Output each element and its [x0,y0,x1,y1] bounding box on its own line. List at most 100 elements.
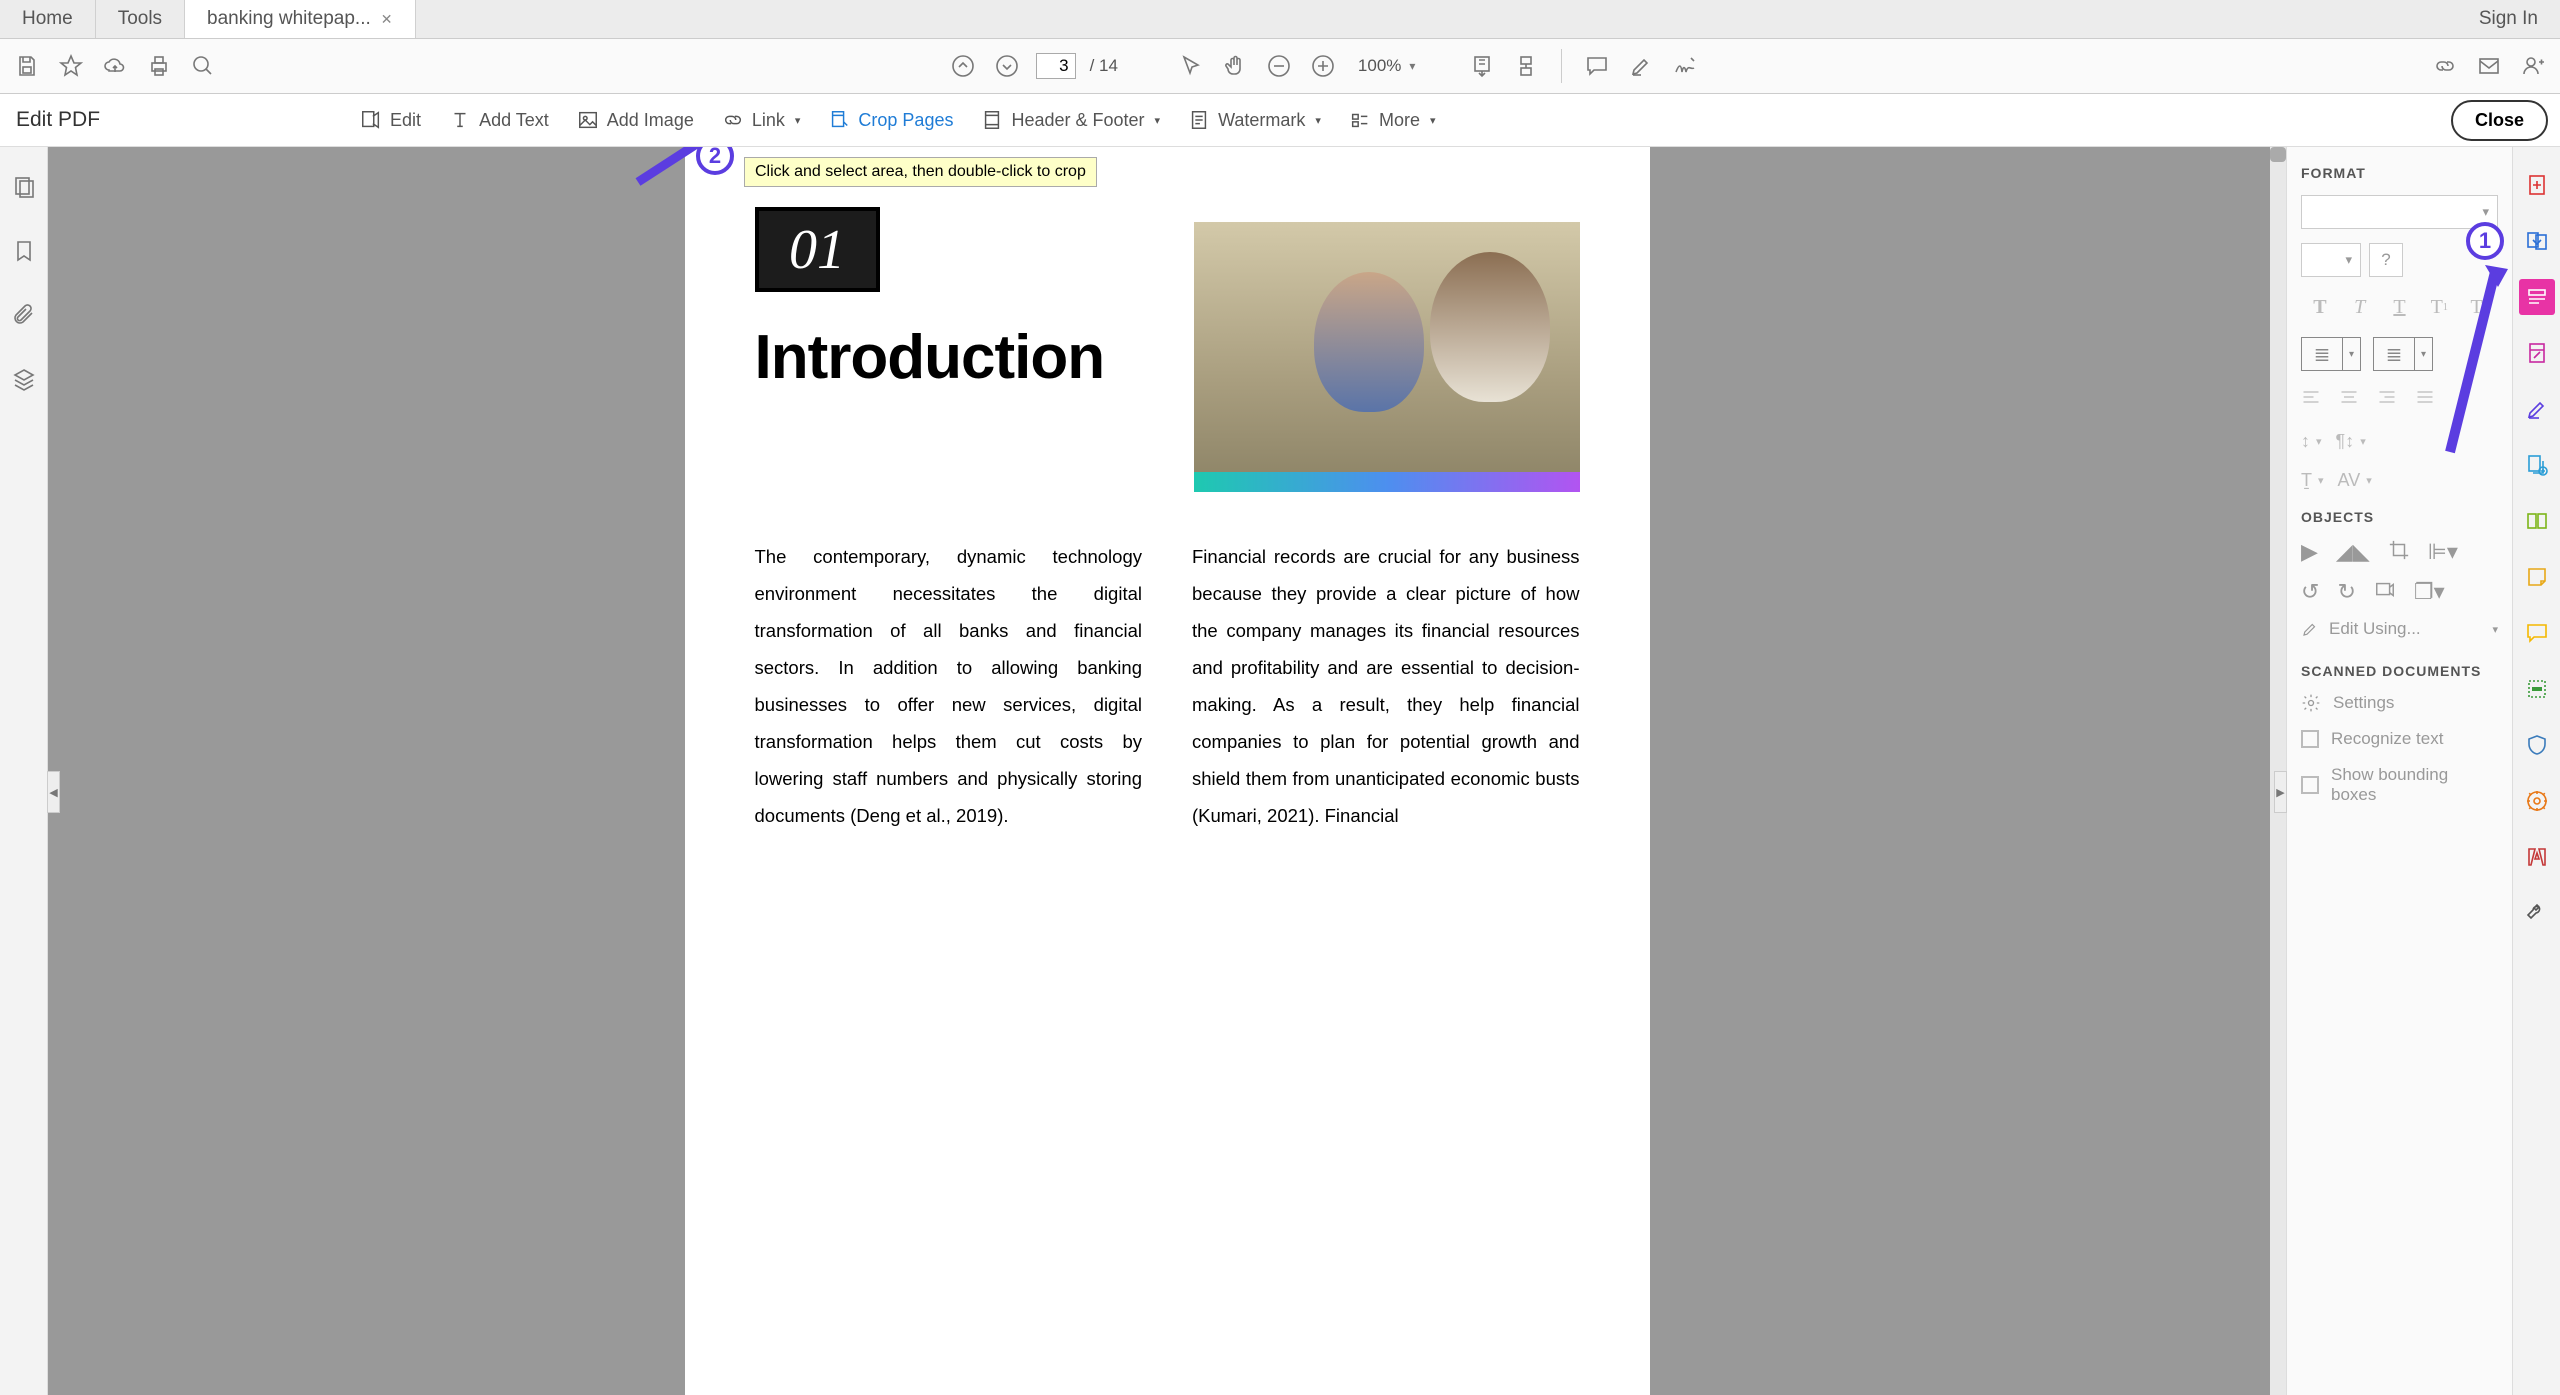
italic-button[interactable]: T [2341,291,2379,323]
zoom-select[interactable]: 100% [1352,54,1422,78]
number-list-button[interactable]: ≣▾ [2373,337,2433,371]
tab-document-label: banking whitepap... [207,8,371,30]
highlight-icon[interactable] [1626,51,1656,81]
zoom-out-icon[interactable] [1264,51,1294,81]
align-right-button[interactable] [2377,387,2397,413]
edit-tool-button[interactable]: Edit [360,109,421,131]
sticky-note-icon[interactable] [2519,559,2555,595]
scroll-mode-icon[interactable] [1511,51,1541,81]
sign-icon[interactable] [1670,51,1700,81]
rotate-ccw-icon[interactable]: ↺ [2301,579,2319,607]
tab-home[interactable]: Home [0,0,96,38]
bookmark-icon[interactable] [12,239,36,269]
pdf-page: 01 Introduction The contemporary, dynami… [685,147,1650,1395]
cursor-icon[interactable] [1176,51,1206,81]
link-button[interactable]: Link▾ [722,109,801,131]
subscript-button[interactable]: T1 [2460,291,2498,323]
font-size-select[interactable] [2301,243,2361,277]
settings-button[interactable]: Settings [2301,693,2498,713]
thumbnails-icon[interactable] [12,175,36,205]
create-pdf-icon[interactable] [2519,167,2555,203]
redact-icon[interactable] [2519,671,2555,707]
export-pdf-icon[interactable] [2519,223,2555,259]
layers-icon[interactable] [12,367,36,397]
watermark-button[interactable]: Watermark▾ [1188,109,1321,131]
page-up-icon[interactable] [948,51,978,81]
edit-pdf-rail-icon[interactable] [2519,279,2555,315]
rotate-cw-icon[interactable]: ↻ [2337,579,2355,607]
add-text-button[interactable]: Add Text [449,109,549,131]
organize-icon[interactable] [2519,335,2555,371]
line-spacing-select[interactable]: ↕▾ [2301,431,2322,452]
arrange-icon[interactable]: ❐▾ [2414,579,2445,607]
more-tools-icon[interactable] [2519,895,2555,931]
star-icon[interactable] [56,51,86,81]
align-justify-button[interactable] [2415,387,2435,413]
tab-document[interactable]: banking whitepap... ✕ [185,0,415,38]
protect-icon[interactable] [2519,727,2555,763]
body-column-2: Financial records are crucial for any bu… [1192,538,1580,834]
zoom-in-icon[interactable] [1308,51,1338,81]
header-footer-button[interactable]: Header & Footer▾ [981,109,1160,131]
format-heading: FORMAT [2301,165,2498,181]
adobe-icon[interactable] [2519,839,2555,875]
print-icon[interactable] [144,51,174,81]
link-share-icon[interactable] [2430,51,2460,81]
align-left-button[interactable] [2301,387,2321,413]
page-down-icon[interactable] [992,51,1022,81]
scanned-heading: SCANNED DOCUMENTS [2301,663,2498,679]
recognize-text-checkbox[interactable]: Recognize text [2301,729,2498,749]
right-tools-rail [2512,147,2560,1395]
align-objects-icon[interactable]: ⊫▾ [2428,539,2458,567]
combine-icon[interactable] [2519,447,2555,483]
fit-width-icon[interactable] [1467,51,1497,81]
link-label: Link [752,110,785,131]
edit-using-select[interactable]: Edit Using... ▾ [2301,619,2498,639]
bold-button[interactable]: T [2301,291,2339,323]
flip-h-icon[interactable]: ▶ [2301,539,2318,567]
crop-pages-button[interactable]: Crop Pages [828,109,953,131]
font-info-button[interactable]: ? [2369,243,2403,277]
document-viewport[interactable]: Click and select area, then double-click… [48,147,2286,1395]
email-icon[interactable] [2474,51,2504,81]
crop-object-icon[interactable] [2388,539,2410,567]
fill-sign-icon[interactable] [2519,391,2555,427]
replace-image-icon[interactable] [2374,579,2396,607]
horizontal-scale-select[interactable]: Ṯ▾ [2301,470,2324,491]
more-button[interactable]: More▾ [1349,109,1436,131]
cloud-icon[interactable] [100,51,130,81]
page-number-input[interactable] [1036,53,1076,79]
char-spacing-select[interactable]: AV▾ [2338,470,2372,491]
paragraph-spacing-select[interactable]: ¶↕▾ [2336,431,2366,452]
bullet-list-button[interactable]: ≣▾ [2301,337,2361,371]
close-button[interactable]: Close [2451,100,2548,141]
crop-tooltip: Click and select area, then double-click… [744,157,1097,187]
page-total-label: / 14 [1090,56,1118,76]
add-image-label: Add Image [607,110,694,131]
sign-in-button[interactable]: Sign In [2479,8,2538,30]
right-pane-toggle[interactable]: ▶ [2274,771,2287,813]
compare-icon[interactable] [2519,503,2555,539]
add-image-button[interactable]: Add Image [577,109,694,131]
align-center-button[interactable] [2339,387,2359,413]
font-family-select[interactable] [2301,195,2498,229]
close-icon[interactable]: ✕ [381,11,393,28]
save-icon[interactable] [12,51,42,81]
share-user-icon[interactable] [2518,51,2548,81]
watermark-label: Watermark [1218,110,1305,131]
hero-image [1194,222,1580,492]
superscript-button[interactable]: T1 [2420,291,2458,323]
objects-heading: OBJECTS [2301,509,2498,525]
tab-tools[interactable]: Tools [96,0,185,38]
comment-icon[interactable] [1582,51,1612,81]
attachment-icon[interactable] [12,303,36,333]
optimize-icon[interactable] [2519,783,2555,819]
comment-rail-icon[interactable] [2519,615,2555,651]
hand-icon[interactable] [1220,51,1250,81]
left-pane-toggle[interactable]: ◀ [47,771,60,813]
search-icon[interactable] [188,51,218,81]
underline-button[interactable]: T [2381,291,2419,323]
top-tab-bar: Home Tools banking whitepap... ✕ Sign In [0,0,2560,39]
bounding-boxes-checkbox[interactable]: Show bounding boxes [2301,765,2498,805]
flip-v-icon[interactable]: ◢◣ [2336,539,2370,567]
